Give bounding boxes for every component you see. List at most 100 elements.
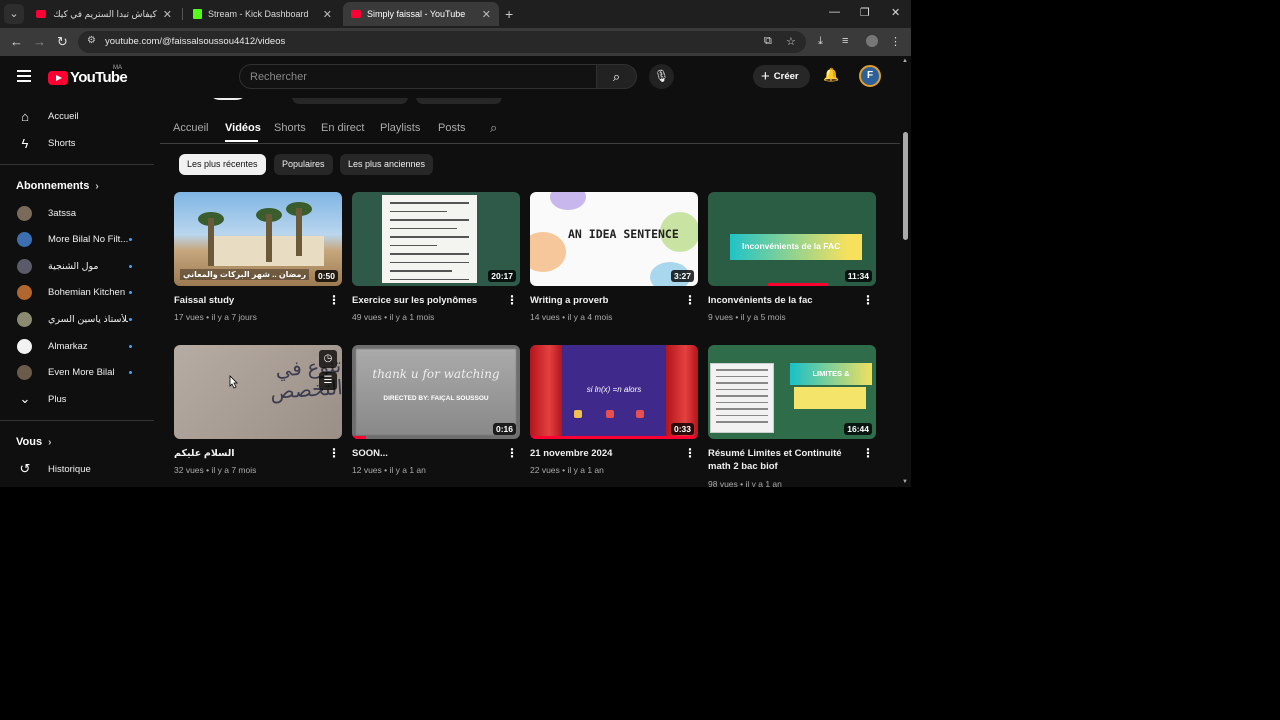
voice-search-button[interactable]: 🎙 (649, 64, 674, 89)
more-actions-icon[interactable]: ⋮ (328, 293, 340, 307)
video-card[interactable]: 20:17 Exercice sur les polynômes 49 vues… (352, 192, 520, 342)
sidebar-item-plus[interactable]: ⌄ Plus (0, 387, 154, 411)
watch-progress-bar (352, 436, 366, 439)
more-actions-icon[interactable]: ⋮ (862, 446, 874, 460)
sidebar-subscription[interactable]: ـة للأستاذ ياسين السري (0, 307, 154, 331)
bookmark-star-icon[interactable]: ☆ (786, 35, 796, 48)
video-card[interactable]: si ln(x) =n alors 0:33 21 novembre 2024 … (530, 345, 698, 487)
sidebar-subscription[interactable]: Even More Bilal (0, 360, 154, 384)
video-thumbnail[interactable]: thank u for watching DIRECTED BY: FAIÇAL… (352, 345, 520, 439)
page-scrollbar[interactable]: ▲ ▼ (900, 56, 911, 487)
tab-shorts[interactable]: Shorts (274, 122, 306, 134)
notifications-bell-icon[interactable]: 🔔 (823, 67, 839, 83)
add-to-queue-icon[interactable]: ☰ (319, 372, 337, 390)
video-card[interactable]: تنوع في التخصص ◷ ☰ السلام عليكم 32 vues … (174, 345, 342, 487)
channel-action-button[interactable] (292, 98, 408, 104)
search-button[interactable]: ⌕ (597, 64, 637, 89)
watch-later-clock-icon[interactable]: ◷ (319, 350, 337, 368)
video-title[interactable]: Résumé Limites et Continuité math 2 bac … (708, 447, 858, 473)
chip-popular[interactable]: Populaires (274, 154, 333, 175)
tab-search-chevron-icon[interactable]: ⌄ (4, 4, 24, 24)
more-actions-icon[interactable]: ⋮ (506, 446, 518, 460)
scroll-down-arrow-icon[interactable]: ▼ (902, 479, 908, 485)
create-button[interactable]: + Créer (753, 65, 810, 88)
chip-latest[interactable]: Les plus récentes (179, 154, 266, 175)
minimize-icon[interactable]: — (829, 6, 840, 18)
video-card[interactable]: Inconvénients de la FAC 11:34 Inconvénie… (708, 192, 876, 342)
video-duration: 20:17 (488, 270, 516, 282)
video-thumbnail[interactable]: رمضان .. شهر البركات والمعاني 0:50 (174, 192, 342, 286)
menu-hamburger-icon[interactable] (17, 70, 31, 85)
video-thumbnail[interactable]: si ln(x) =n alors 0:33 (530, 345, 698, 439)
tab-kick-tutorial[interactable]: كيفاش تبدا الستريم في كيك من 0 ✕ (28, 2, 180, 26)
youtube-logo[interactable]: YouTube MA (48, 65, 128, 86)
close-tab-icon[interactable]: ✕ (482, 8, 491, 21)
browser-profile-avatar[interactable] (866, 35, 878, 47)
sidebar-subscription[interactable]: مول الشنجية (0, 254, 154, 278)
close-tab-icon[interactable]: ✕ (323, 8, 332, 21)
channel-action-button[interactable] (416, 98, 502, 104)
account-avatar[interactable]: F (859, 65, 881, 87)
sidebar-item-historique[interactable]: ↺ Historique (0, 457, 154, 481)
video-thumbnail[interactable]: Inconvénients de la FAC 11:34 (708, 192, 876, 286)
video-thumbnail[interactable]: تنوع في التخصص ◷ ☰ (174, 345, 342, 439)
close-tab-icon[interactable]: ✕ (163, 8, 172, 21)
sidebar-item-accueil[interactable]: ⌂ Accueil (0, 104, 154, 128)
chip-oldest[interactable]: Les plus anciennes (340, 154, 434, 175)
video-title[interactable]: Faissal study (174, 294, 324, 307)
maximize-icon[interactable]: ❐ (860, 6, 870, 19)
more-actions-icon[interactable]: ⋮ (684, 293, 696, 307)
video-card[interactable]: AN IDEA SENTENCE 3:27 Writing a proverb … (530, 192, 698, 342)
tab-en-direct[interactable]: En direct (321, 122, 364, 134)
subscriptions-header[interactable]: Abonnements › (16, 180, 99, 192)
install-app-icon[interactable]: ⧉ (764, 35, 772, 48)
url-text[interactable]: youtube.com/@faissalsoussou4412/videos (105, 36, 285, 47)
site-info-icon[interactable]: ⚙ (87, 35, 96, 46)
video-thumbnail[interactable]: 20:17 (352, 192, 520, 286)
video-card[interactable]: رمضان .. شهر البركات والمعاني 0:50 Faiss… (174, 192, 342, 342)
video-card[interactable]: LIMITES & CONTINUITÉ 16:44 Résumé Limite… (708, 345, 876, 487)
tab-posts[interactable]: Posts (438, 122, 466, 134)
more-actions-icon[interactable]: ⋮ (328, 446, 340, 460)
video-card[interactable]: thank u for watching DIRECTED BY: FAIÇAL… (352, 345, 520, 487)
search-input[interactable] (240, 65, 596, 88)
sidebar-subscription[interactable]: Almarkaz (0, 334, 154, 358)
tab-playlists[interactable]: Playlists (380, 122, 420, 134)
sidebar-subscription[interactable]: More Bilal No Filt... (0, 227, 154, 251)
close-window-icon[interactable]: ✕ (891, 6, 900, 19)
reload-icon[interactable]: ↻ (57, 34, 68, 50)
sidebar-subscription[interactable]: 3atssa (0, 201, 154, 225)
video-title[interactable]: Inconvénients de la fac (708, 294, 858, 307)
video-title[interactable]: السلام عليكم (174, 447, 324, 460)
tab-videos[interactable]: Vidéos (225, 122, 261, 134)
address-bar[interactable]: ⚙ youtube.com/@faissalsoussou4412/videos… (78, 31, 806, 53)
forward-icon[interactable]: → (33, 34, 46, 49)
video-title[interactable]: Exercice sur les polynômes (352, 294, 502, 307)
search-box[interactable] (239, 64, 597, 89)
you-header[interactable]: Vous › (16, 436, 51, 448)
tab-kick-dashboard[interactable]: Stream - Kick Dashboard ✕ (185, 2, 340, 26)
scroll-up-arrow-icon[interactable]: ▲ (902, 58, 908, 64)
sidebar-subscription[interactable]: Bohemian Kitchen (0, 280, 154, 304)
more-actions-icon[interactable]: ⋮ (862, 293, 874, 307)
more-actions-icon[interactable]: ⋮ (506, 293, 518, 307)
video-thumbnail[interactable]: AN IDEA SENTENCE 3:27 (530, 192, 698, 286)
tab-simply-faissal[interactable]: Simply faissal - YouTube ✕ (343, 2, 499, 26)
more-actions-icon[interactable]: ⋮ (684, 446, 696, 460)
video-title[interactable]: Writing a proverb (530, 294, 680, 307)
channel-search-icon[interactable]: ⌕ (490, 120, 497, 136)
video-title[interactable]: 21 novembre 2024 (530, 447, 680, 460)
downloads-icon[interactable]: ⤓ (818, 35, 823, 48)
back-icon[interactable]: ← (10, 34, 23, 49)
sidebar-item-shorts[interactable]: ϟ Shorts (0, 131, 154, 155)
video-meta: 22 vues • il y a 1 an (530, 465, 604, 475)
subscriptions-title: Abonnements (16, 180, 90, 192)
tab-accueil[interactable]: Accueil (173, 122, 208, 134)
browser-menu-icon[interactable]: ⋮ (890, 35, 901, 48)
view-count: 12 vues (352, 465, 382, 475)
video-thumbnail[interactable]: LIMITES & CONTINUITÉ 16:44 (708, 345, 876, 439)
media-controls-icon[interactable]: ≡ (842, 35, 848, 47)
video-title[interactable]: SOON... (352, 447, 502, 460)
new-tab-button[interactable]: + (505, 6, 513, 22)
scrollbar-thumb[interactable] (903, 132, 908, 240)
